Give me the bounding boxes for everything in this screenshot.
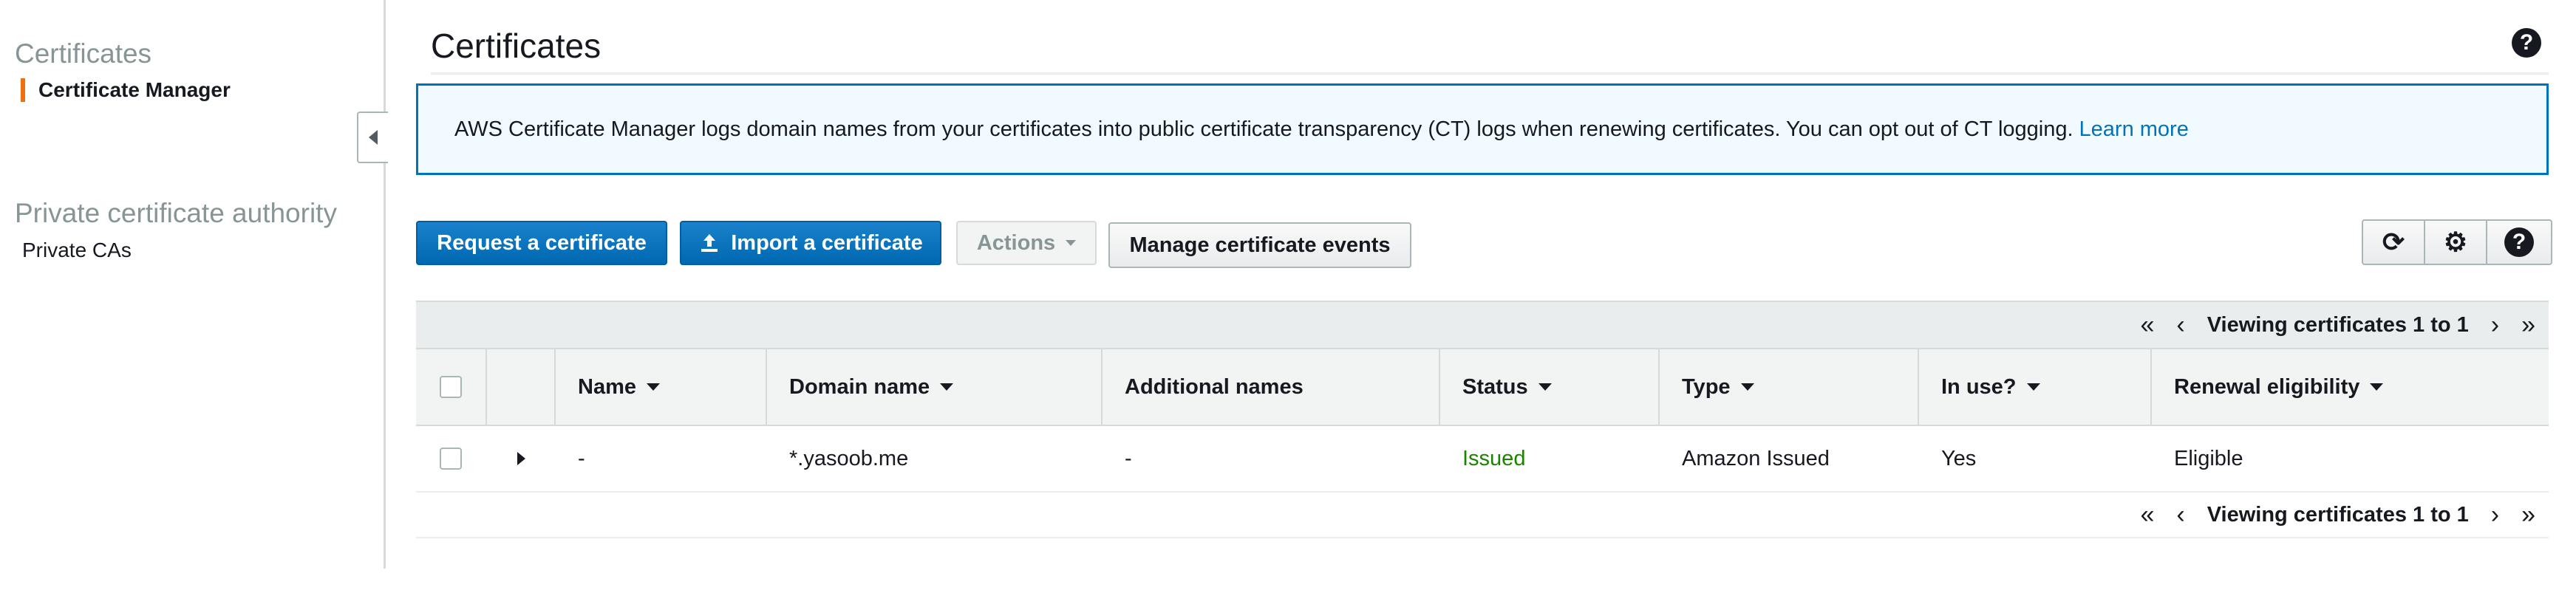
column-header-type[interactable]: Type (1660, 349, 1919, 425)
caret-down-icon (1066, 240, 1077, 246)
pagination-top: « ‹ Viewing certificates 1 to 1 › » (416, 301, 2549, 348)
table-tools-group: ⟳ ⚙ ? (2362, 219, 2552, 265)
last-page-icon[interactable]: » (2521, 311, 2535, 340)
prev-page-icon[interactable]: ‹ (2176, 311, 2184, 340)
sort-caret-icon (1538, 383, 1552, 391)
refresh-icon: ⟳ (2382, 227, 2405, 257)
column-header-renewal[interactable]: Renewal eligibility (2152, 349, 2549, 425)
expand-row-icon[interactable] (517, 452, 525, 465)
manage-events-label: Manage certificate events (1129, 233, 1391, 257)
row-checkbox[interactable] (440, 448, 462, 470)
column-header-domain[interactable]: Domain name (767, 349, 1103, 425)
sidebar-section-private-ca: Private certificate authority (15, 198, 337, 228)
expand-column-header (487, 349, 556, 425)
actions-dropdown[interactable]: Actions (956, 221, 1097, 265)
pagination-info: Viewing certificates 1 to 1 (2207, 502, 2469, 527)
import-certificate-button[interactable]: Import a certificate (680, 221, 941, 265)
select-all-checkbox[interactable] (440, 376, 462, 398)
ct-logging-info-banner: AWS Certificate Manager logs domain name… (416, 83, 2549, 175)
sidebar-section-certificates: Certificates (15, 38, 152, 69)
select-all-cell (416, 349, 487, 425)
request-certificate-label: Request a certificate (437, 230, 647, 255)
certificates-table: « ‹ Viewing certificates 1 to 1 › » Name… (416, 301, 2549, 538)
sidebar: Certificates Certificate Manager Private… (0, 0, 386, 569)
cell-renewal-eligibility: Eligible (2174, 446, 2243, 470)
sidebar-collapse-button[interactable] (357, 112, 388, 163)
row-select-cell (416, 426, 487, 491)
sort-caret-icon (2370, 383, 2384, 391)
column-status-label: Status (1462, 374, 1528, 399)
table-header: Name Domain name Additional names Status… (416, 348, 2549, 426)
sidebar-item-private-cas[interactable]: Private CAs (22, 239, 132, 262)
last-page-icon[interactable]: » (2521, 501, 2535, 530)
cell-name: - (578, 446, 585, 470)
page-title: Certificates (431, 27, 602, 65)
learn-more-link[interactable]: Learn more (2079, 117, 2189, 142)
prev-page-icon[interactable]: ‹ (2176, 501, 2184, 530)
table-help-button[interactable]: ? (2487, 221, 2551, 264)
column-renewal-label: Renewal eligibility (2174, 374, 2360, 399)
column-name-label: Name (578, 374, 636, 399)
import-certificate-label: Import a certificate (731, 230, 923, 255)
banner-text: AWS Certificate Manager logs domain name… (454, 117, 2074, 141)
cell-type: Amazon Issued (1682, 446, 1830, 470)
sort-caret-icon (1740, 383, 1754, 391)
row-expand-cell[interactable] (487, 426, 556, 491)
preferences-button[interactable]: ⚙ (2425, 221, 2487, 264)
column-in-use-label: In use? (1941, 374, 2017, 399)
column-type-label: Type (1682, 374, 1731, 399)
cell-domain: *.yasoob.me (789, 446, 909, 470)
help-icon[interactable]: ? (2512, 28, 2541, 58)
pagination-info: Viewing certificates 1 to 1 (2207, 312, 2469, 337)
caret-left-icon (369, 130, 378, 145)
cell-additional-names: - (1125, 446, 1132, 470)
sidebar-item-certificate-manager[interactable]: Certificate Manager (21, 78, 231, 102)
sort-caret-icon (647, 383, 660, 391)
table-row[interactable]: - *.yasoob.me - Issued Amazon Issued Yes… (416, 426, 2549, 491)
first-page-icon[interactable]: « (2140, 311, 2154, 340)
sort-caret-icon (940, 383, 954, 391)
column-additional-label: Additional names (1125, 374, 1304, 399)
cell-in-use: Yes (1941, 446, 1977, 470)
refresh-button[interactable]: ⟳ (2363, 221, 2425, 264)
column-header-name[interactable]: Name (556, 349, 767, 425)
pagination-bottom: « ‹ Viewing certificates 1 to 1 › » (416, 491, 2549, 538)
upload-icon (698, 232, 720, 254)
request-certificate-button[interactable]: Request a certificate (416, 221, 667, 265)
manage-certificate-events-button[interactable]: Manage certificate events (1108, 222, 1411, 268)
help-icon: ? (2504, 227, 2534, 257)
next-page-icon[interactable]: › (2491, 501, 2499, 530)
first-page-icon[interactable]: « (2140, 501, 2154, 530)
sort-caret-icon (2026, 383, 2040, 391)
cell-status: Issued (1462, 446, 1526, 470)
column-header-status[interactable]: Status (1440, 349, 1660, 425)
gear-icon: ⚙ (2443, 227, 2468, 257)
actions-label: Actions (976, 230, 1056, 255)
title-divider (431, 72, 2549, 75)
column-header-in-use[interactable]: In use? (1919, 349, 2152, 425)
column-domain-label: Domain name (789, 374, 930, 399)
next-page-icon[interactable]: › (2491, 311, 2499, 340)
column-header-additional-names: Additional names (1103, 349, 1440, 425)
